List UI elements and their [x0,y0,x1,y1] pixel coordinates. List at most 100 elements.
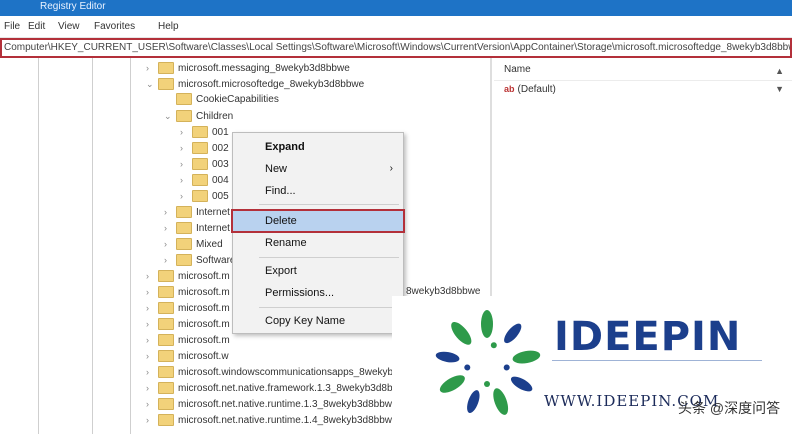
folder-icon [192,174,208,187]
tree-item[interactable]: › microsoft.w [146,348,229,364]
tree-item[interactable]: › microsoft.net.native.runtime.1.3_8wekyb… [146,396,398,412]
tree-item[interactable]: › microsoft.windowscommunicationsapps_8we… [146,364,434,380]
tree-item[interactable]: › microsoft.m 8wekyb3d8bbwe [146,284,481,300]
tree-item[interactable]: › Software [164,252,235,268]
menu-help[interactable]: Help [158,21,179,32]
scroll-up-icon[interactable]: ▲ [775,66,784,76]
tree-item[interactable]: › 005 [180,188,229,204]
tree-item-label: Internet [196,223,230,234]
brand-underline [552,360,762,374]
folder-icon [158,334,174,347]
context-menu: Expand New › Find... Delete Rename Export… [231,132,405,334]
tree-item-label: microsoft.messaging_8wekyb3d8bbwe [178,63,350,74]
scroll-down-icon[interactable]: ▼ [775,84,784,94]
folder-icon [192,190,208,203]
window-title: Registry Editor [40,1,106,12]
tree-item[interactable]: › 003 [180,156,229,172]
menu-item-copy-key-name[interactable]: Copy Key Name [233,311,403,331]
menu-file[interactable]: File [4,21,20,32]
folder-icon [158,286,174,299]
tree-item[interactable]: › 004 [180,172,229,188]
tree-item-label: microsoft.net.native.framework.1.3_8weky… [178,383,411,394]
tree-item[interactable]: › microsoft.m [146,332,230,348]
folder-icon [158,414,174,427]
tree-item-label: microsoft.net.native.runtime.1.3_8wekyb3… [178,399,398,410]
expand-arrow-icon[interactable]: › [164,252,176,268]
menu-bar: File Edit View Favorites Help [0,16,792,38]
expand-arrow-icon[interactable]: › [164,220,176,236]
expand-arrow-icon[interactable]: › [146,60,158,76]
expand-arrow-icon[interactable]: › [180,124,192,140]
tree-item[interactable]: ⌄ Children [164,108,233,124]
expand-arrow-icon[interactable]: › [146,380,158,396]
watermark-overlay: IDEEPIN WWW.IDEEPIN.COM 头条 @深度问答 [392,296,792,434]
tree-item[interactable]: › microsoft.net.native.runtime.1.4_8wekyb… [146,412,398,428]
menu-separator [259,204,399,205]
expand-arrow-icon[interactable]: › [146,268,158,284]
menu-item-permissions[interactable]: Permissions... [233,283,403,303]
tree-item-label: 002 [212,143,229,154]
tree-item[interactable]: ⌄ microsoft.microsoftedge_8wekyb3d8bbwe [146,76,364,92]
menu-item-find[interactable]: Find... [233,181,403,201]
expand-arrow-icon[interactable]: › [146,348,158,364]
menu-separator [259,307,399,308]
menu-separator [259,257,399,258]
tree-item-label: Internet [196,207,230,218]
expand-arrow-icon[interactable]: › [146,284,158,300]
source-credit: 头条 @深度问答 [678,400,781,416]
tree-item[interactable]: › 002 [180,140,229,156]
expand-arrow-icon[interactable]: › [146,300,158,316]
collapse-arrow-icon[interactable]: ⌄ [164,108,176,124]
tree-guide-line [92,58,93,434]
expand-arrow-icon[interactable]: › [180,188,192,204]
tree-item-label: microsoft.m [178,303,230,314]
menu-favorites[interactable]: Favorites [94,21,135,32]
tree-item-label: microsoft.m [178,287,230,298]
menu-edit[interactable]: Edit [28,21,45,32]
tree-item-label: 005 [212,191,229,202]
menu-item-new-label: New [265,163,288,175]
expand-arrow-icon[interactable]: › [180,156,192,172]
tree-item-label: microsoft.microsoftedge_8wekyb3d8bbwe [178,79,365,90]
expand-arrow-icon[interactable]: › [164,236,176,252]
collapse-arrow-icon[interactable]: ⌄ [146,76,158,92]
folder-icon [158,318,174,331]
folder-icon [158,78,174,91]
tree-item-label: microsoft.w [178,351,229,362]
menu-view[interactable]: View [58,21,80,32]
tree-item[interactable]: › microsoft.m [146,300,230,316]
menu-item-delete[interactable]: Delete [231,209,405,233]
expand-arrow-icon[interactable]: › [164,204,176,220]
menu-item-new[interactable]: New › [233,159,403,179]
tree-item[interactable]: › microsoft.m [146,316,230,332]
tree-item-label: 001 [212,127,229,138]
tree-item-label: 004 [212,175,229,186]
expand-arrow-icon[interactable]: › [146,412,158,428]
address-path[interactable]: Computer\HKEY_CURRENT_USER\Software\Clas… [4,42,790,53]
tree-item-label: CookieCapabilities [196,94,279,105]
expand-arrow-icon[interactable]: › [146,332,158,348]
expand-arrow-icon[interactable]: › [180,172,192,188]
tree-item[interactable]: › Internet [164,204,230,220]
expand-arrow-icon[interactable]: › [146,316,158,332]
tree-item[interactable]: › Internet [164,220,230,236]
tree-item[interactable]: › microsoft.m [146,268,230,284]
menu-item-expand[interactable]: Expand [233,137,403,157]
expand-arrow-icon[interactable]: › [146,364,158,380]
menu-item-rename[interactable]: Rename [233,233,403,253]
tree-item[interactable]: › microsoft.net.native.framework.1.3_8wek… [146,380,411,396]
address-bar[interactable]: Computer\HKEY_CURRENT_USER\Software\Clas… [0,38,792,58]
value-name: (Default) [517,84,556,95]
tree-item-label: Software [196,255,236,266]
expand-arrow-icon[interactable]: › [146,396,158,412]
menu-item-export[interactable]: Export [233,261,403,281]
folder-icon [176,254,192,267]
expand-arrow-icon[interactable]: › [180,140,192,156]
folder-icon [158,366,174,379]
tree-item[interactable]: › Mixed [164,236,223,252]
tree-item[interactable]: › 001 [180,124,229,140]
tree-item[interactable]: CookieCapabilities [164,92,279,108]
value-row-default[interactable]: ab (Default) [504,84,556,95]
tree-item[interactable]: › microsoft.messaging_8wekyb3d8bbwe [146,60,350,76]
name-column-header[interactable]: Name [504,64,531,75]
